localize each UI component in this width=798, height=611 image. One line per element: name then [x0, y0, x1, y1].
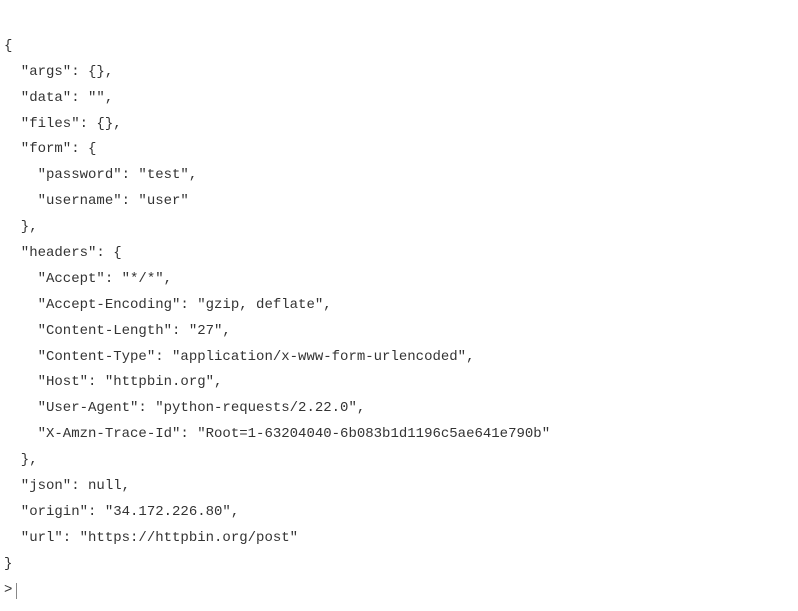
json-line: "origin": "34.172.226.80",: [4, 504, 248, 520]
json-line: "files": {},: [4, 116, 130, 132]
json-line: "json": null,: [4, 478, 138, 494]
json-line: "password": "test",: [4, 167, 206, 183]
json-line: "Content-Length": "27",: [4, 323, 239, 339]
json-line: "form": {: [4, 141, 96, 157]
json-line: "url": "https://httpbin.org/post": [4, 530, 298, 546]
json-line: }: [4, 556, 12, 572]
prompt-line[interactable]: >: [4, 578, 794, 604]
json-line: },: [4, 219, 46, 235]
json-line: "Content-Type": "application/x-www-form-…: [4, 349, 483, 365]
json-line: "Accept": "*/*",: [4, 271, 180, 287]
prompt-symbol: >: [4, 578, 12, 604]
json-line: "headers": {: [4, 245, 122, 261]
json-line: "args": {},: [4, 64, 122, 80]
json-output: { "args": {}, "data": "", "files": {}, "…: [4, 8, 794, 578]
json-line: },: [4, 452, 46, 468]
json-line: "Host": "httpbin.org",: [4, 374, 231, 390]
json-line: "User-Agent": "python-requests/2.22.0",: [4, 400, 374, 416]
json-line: "data": "",: [4, 90, 122, 106]
json-line: "Accept-Encoding": "gzip, deflate",: [4, 297, 340, 313]
json-line: {: [4, 38, 12, 54]
cursor-icon: [16, 583, 17, 599]
json-line: "X-Amzn-Trace-Id": "Root=1-63204040-6b08…: [4, 426, 550, 442]
json-line: "username": "user": [4, 193, 189, 209]
